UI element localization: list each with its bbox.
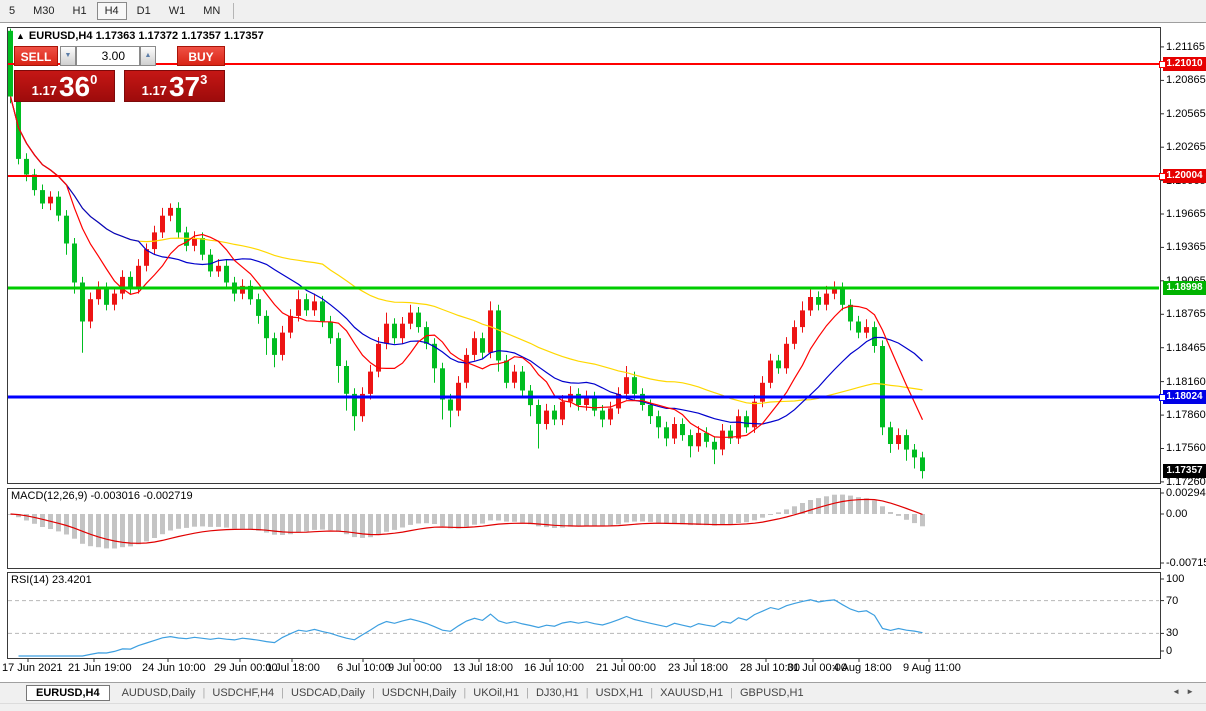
time-axis-label: 9 Aug 11:00 bbox=[903, 662, 961, 674]
chart-symbol-period: EURUSD,H4 bbox=[28, 30, 93, 42]
macd-indicator-title: MACD(12,26,9) -0.003016 -0.002719 bbox=[11, 490, 193, 502]
rsi-line bbox=[18, 599, 923, 657]
sell-price-box[interactable]: 1.17 36 0 bbox=[14, 70, 115, 102]
line-handle[interactable] bbox=[1159, 61, 1166, 68]
price-axis-label: 1.20865 bbox=[1166, 74, 1206, 86]
time-axis-label: 21 Jul 00:00 bbox=[596, 662, 656, 674]
time-axis-label: 6 Jul 10:00 bbox=[337, 662, 391, 674]
chart-canvas[interactable] bbox=[0, 0, 1206, 711]
price-axis-label: 1.17560 bbox=[1166, 442, 1206, 454]
price-axis-label: 1.17860 bbox=[1166, 409, 1206, 421]
rsi-indicator-title: RSI(14) 23.4201 bbox=[11, 574, 92, 586]
collapse-triangle-icon[interactable]: ▲ bbox=[16, 31, 25, 41]
one-click-trading-panel: SELL ▼ ▲ BUY 1.17 36 0 1.17 37 3 bbox=[14, 46, 225, 102]
macd-axis-label: -0.00715 bbox=[1166, 557, 1206, 569]
rsi-axis-label: 70 bbox=[1166, 595, 1179, 607]
rsi-axis-label: 100 bbox=[1166, 573, 1185, 585]
price-level-badge-1.21010: 1.21010 bbox=[1163, 57, 1206, 71]
line-handle[interactable] bbox=[1159, 173, 1166, 180]
time-axis-label: 24 Jun 10:00 bbox=[142, 662, 206, 674]
price-axis-label: 1.20565 bbox=[1166, 108, 1206, 120]
price-axis-label: 1.21165 bbox=[1166, 41, 1205, 53]
sell-button[interactable]: SELL bbox=[14, 46, 58, 66]
lot-size-input[interactable] bbox=[76, 46, 140, 66]
buy-price-prefix: 1.17 bbox=[141, 83, 167, 98]
price-axis-label: 1.19665 bbox=[1166, 208, 1206, 220]
buy-price-big: 37 bbox=[168, 71, 201, 102]
chart-ohlc-values: 1.17363 1.17372 1.17357 1.17357 bbox=[95, 30, 264, 42]
price-axis-label: 1.18160 bbox=[1166, 376, 1206, 388]
macd-histogram bbox=[8, 494, 925, 549]
price-level-badge-1.18998: 1.18998 bbox=[1163, 281, 1206, 295]
buy-button[interactable]: BUY bbox=[177, 46, 225, 66]
rsi-axis-label: 30 bbox=[1166, 627, 1179, 639]
time-axis-label: 1 Jul 18:00 bbox=[266, 662, 320, 674]
macd-axis-label: 0.002947 bbox=[1166, 487, 1206, 499]
price-axis-label: 1.18465 bbox=[1166, 342, 1206, 354]
current-bid-badge: 1.17357 bbox=[1163, 464, 1206, 478]
time-axis-label: 4 Aug 18:00 bbox=[833, 662, 892, 674]
price-level-badge-1.18024: 1.18024 bbox=[1163, 390, 1206, 404]
sell-price-big: 36 bbox=[58, 71, 91, 102]
rsi-panel-border bbox=[7, 572, 1161, 659]
sell-price-sup: 0 bbox=[90, 72, 98, 87]
price-axis-label: 1.19365 bbox=[1166, 241, 1206, 253]
lot-decrease-button[interactable]: ▼ bbox=[60, 46, 76, 66]
rsi-axis-label: 0 bbox=[1166, 645, 1173, 657]
line-handle[interactable] bbox=[1159, 394, 1166, 401]
lot-increase-button[interactable]: ▲ bbox=[140, 46, 156, 66]
time-axis-label: 21 Jun 19:00 bbox=[68, 662, 132, 674]
chart-title: ▲ EURUSD,H4 1.17363 1.17372 1.17357 1.173… bbox=[16, 30, 264, 42]
buy-price-box[interactable]: 1.17 37 3 bbox=[124, 70, 225, 102]
price-level-badge-1.20004: 1.20004 bbox=[1163, 169, 1206, 183]
price-axis-label: 1.20265 bbox=[1166, 141, 1206, 153]
sell-price-prefix: 1.17 bbox=[31, 83, 57, 98]
price-axis-label: 1.18765 bbox=[1166, 308, 1206, 320]
time-axis-label: 9 Jul 00:00 bbox=[388, 662, 442, 674]
time-axis-label: 13 Jul 18:00 bbox=[453, 662, 513, 674]
buy-price-sup: 3 bbox=[200, 72, 208, 87]
time-axis-label: 17 Jun 2021 bbox=[2, 662, 63, 674]
time-axis-label: 23 Jul 18:00 bbox=[668, 662, 728, 674]
time-axis-label: 16 Jul 10:00 bbox=[524, 662, 584, 674]
macd-axis-label: 0.00 bbox=[1166, 508, 1188, 520]
mt4-window: 5 M30 H1 H4 D1 W1 MN ▲ EURUSD,H4 1.17363 1.1737… bbox=[0, 0, 1206, 711]
